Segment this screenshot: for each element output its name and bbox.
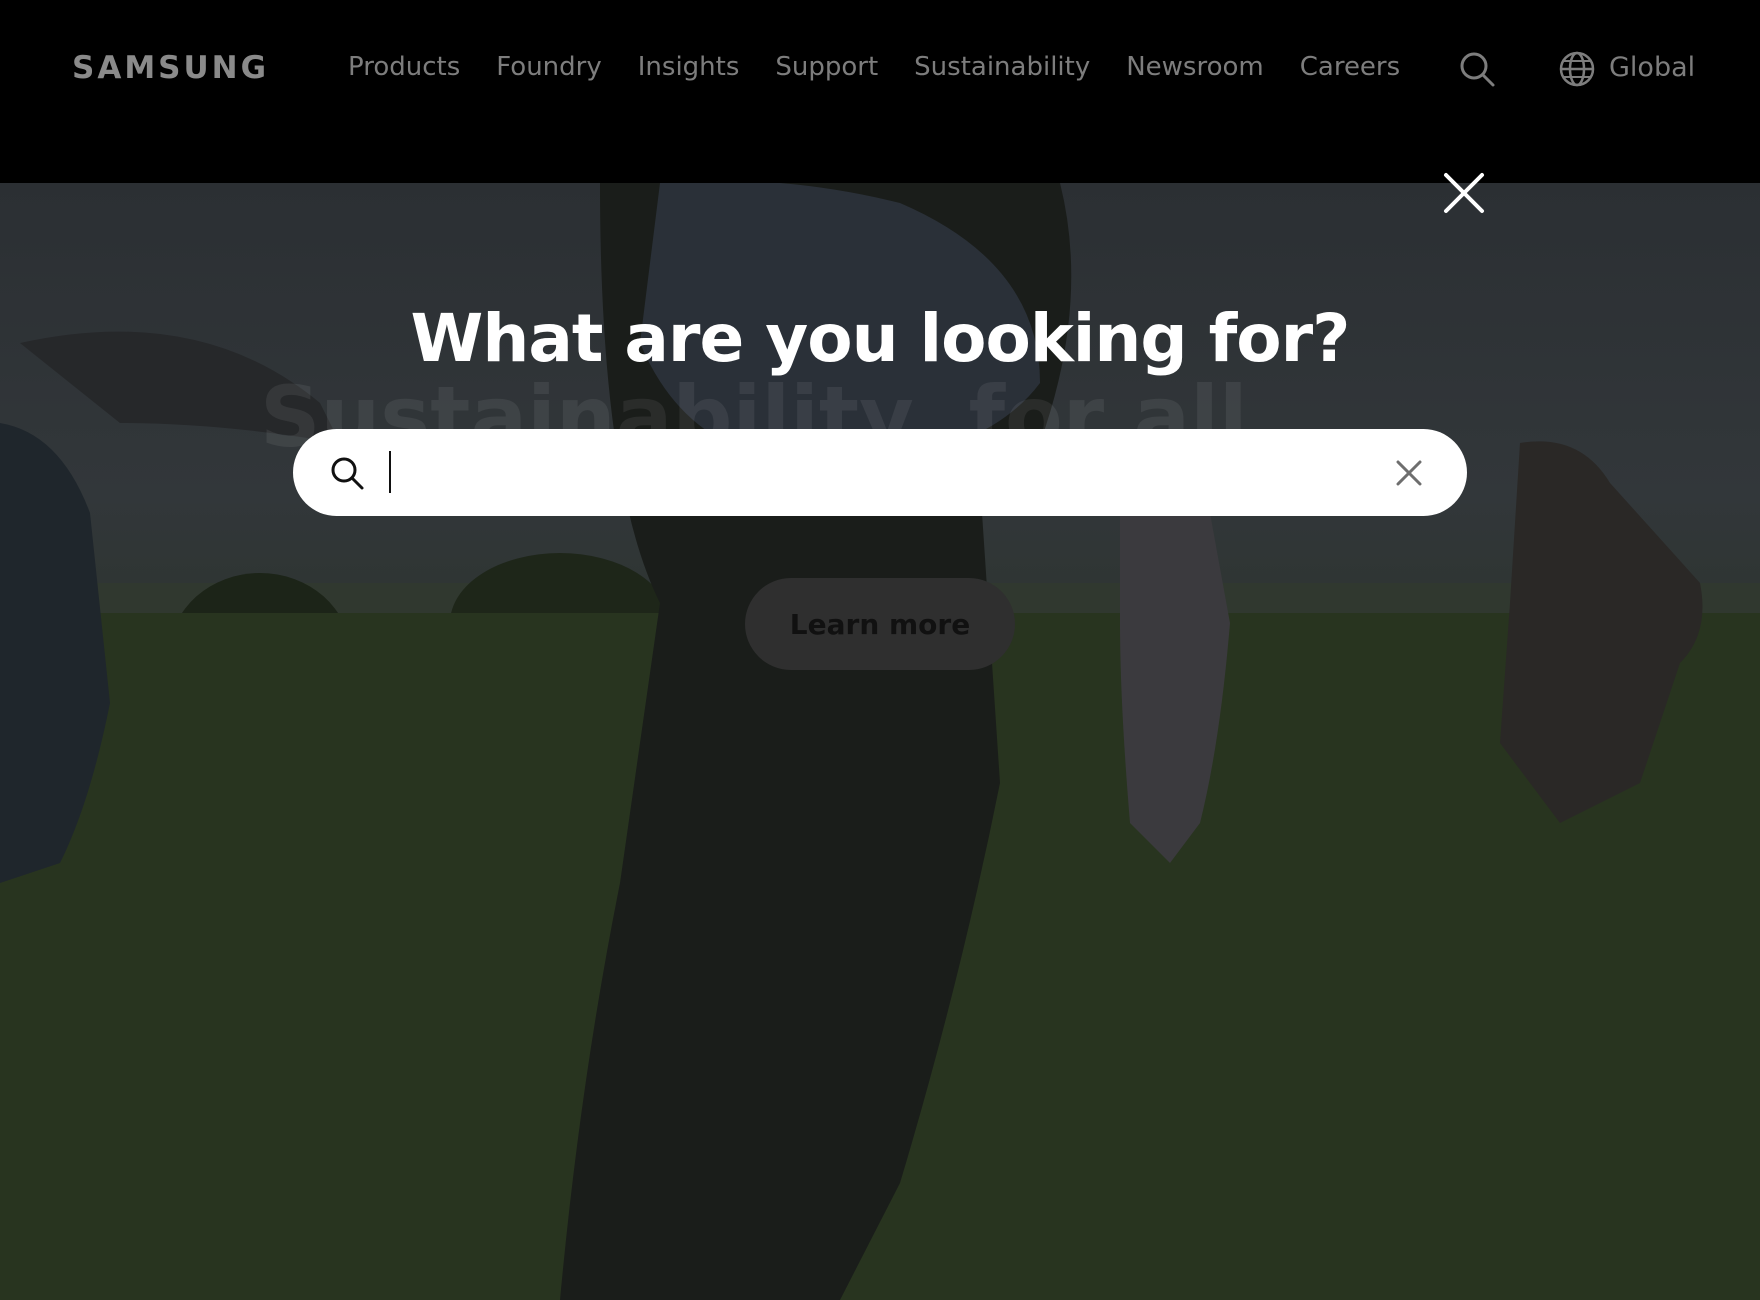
nav-item-products[interactable]: Products	[348, 52, 460, 82]
nav-item-careers[interactable]: Careers	[1300, 52, 1400, 82]
main-nav: Products Foundry Insights Support Sustai…	[348, 52, 1436, 82]
close-icon[interactable]	[1443, 172, 1485, 214]
global-header: SAMSUNG Products Foundry Insights Suppor…	[0, 0, 1760, 183]
nav-item-newsroom[interactable]: Newsroom	[1126, 52, 1264, 82]
nav-item-sustainability[interactable]: Sustainability	[914, 52, 1090, 82]
search-box	[293, 429, 1467, 516]
text-caret	[389, 451, 391, 493]
nav-item-insights[interactable]: Insights	[638, 52, 740, 82]
page: SAMSUNG Products Foundry Insights Suppor…	[0, 0, 1760, 1300]
globe-icon[interactable]	[1558, 50, 1596, 88]
samsung-logo[interactable]: SAMSUNG	[72, 50, 269, 86]
nav-item-support[interactable]: Support	[775, 52, 878, 82]
search-icon[interactable]	[1458, 50, 1496, 88]
search-input[interactable]	[385, 441, 1349, 505]
nav-item-foundry[interactable]: Foundry	[496, 52, 601, 82]
clear-icon[interactable]	[1393, 457, 1425, 489]
learn-more-button[interactable]: Learn more	[745, 578, 1015, 670]
search-icon	[331, 457, 364, 490]
region-selector-label[interactable]: Global	[1609, 52, 1695, 83]
search-overlay-title: What are you looking for?	[410, 300, 1351, 377]
